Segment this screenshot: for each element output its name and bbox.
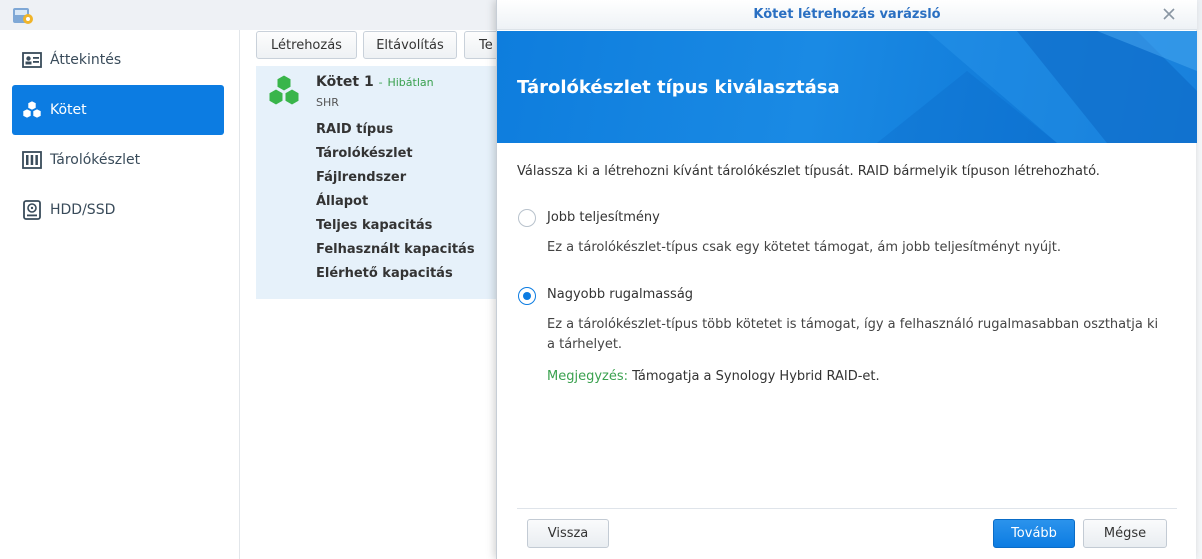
property-storage-pool: Tárolókészlet	[316, 146, 413, 161]
sidebar-item-label: Áttekintés	[50, 52, 122, 68]
sidebar-item-label: HDD/SSD	[50, 202, 116, 218]
sidebar-item-label: Kötet	[50, 102, 87, 118]
sidebar-item-overview[interactable]: Áttekintés	[12, 35, 224, 85]
volume-name: Kötet 1	[316, 74, 374, 90]
note: Megjegyzés: Támogatja a Synology Hybrid …	[547, 369, 880, 384]
option-better-performance-label[interactable]: Jobb teljesítmény	[547, 210, 660, 225]
option-higher-flexibility-label[interactable]: Nagyobb rugalmasság	[547, 287, 693, 302]
sidebar-item-volume[interactable]: Kötet	[12, 85, 224, 135]
create-button[interactable]: Létrehozás	[256, 31, 357, 59]
note-label: Megjegyzés:	[547, 369, 628, 384]
note-text: Támogatja a Synology Hybrid RAID-et.	[632, 369, 880, 384]
option-better-performance-radio[interactable]	[518, 209, 536, 227]
property-total-capacity: Teljes kapacitás	[316, 218, 433, 233]
volume-card[interactable]: Kötet 1 - Hibátlan SHR RAID típus Tároló…	[256, 66, 506, 299]
back-button[interactable]: Vissza	[527, 519, 609, 548]
remove-button[interactable]: Eltávolítás	[363, 31, 457, 59]
option-higher-flexibility-description: Ez a tárolókészlet-típus több kötetet is…	[547, 317, 1159, 352]
property-raid-type: RAID típus	[316, 122, 394, 137]
volume-type: SHR	[316, 96, 339, 109]
sidebar-item-storage-pool[interactable]: Tárolókészlet	[12, 135, 224, 185]
storage-manager-app-icon[interactable]	[12, 5, 34, 25]
property-file-system: Fájlrendszer	[316, 170, 407, 185]
close-icon[interactable]	[1159, 4, 1179, 24]
volume-status: Hibátlan	[387, 76, 434, 89]
property-available-capacity: Elérhető kapacitás	[316, 266, 453, 281]
wizard-title: Kötet létrehozás varázsló	[753, 7, 941, 22]
volume-title: Kötet 1 - Hibátlan	[316, 74, 434, 90]
next-button[interactable]: Tovább	[993, 519, 1075, 548]
property-status: Állapot	[316, 194, 369, 209]
hdd-icon	[22, 200, 42, 220]
volume-creation-wizard: Kötet létrehozás varázsló Tárolókészlet …	[496, 0, 1197, 559]
footer-divider	[517, 508, 1177, 509]
property-used-capacity: Felhasznált kapacitás	[316, 242, 475, 257]
wizard-titlebar[interactable]: Kötet létrehozás varázsló	[497, 0, 1197, 30]
wizard-banner: Tárolókészlet típus kiválasztása	[497, 31, 1197, 143]
wizard-description: Válassza ki a létrehozni kívánt tárolóké…	[517, 164, 1100, 179]
storage-pool-icon	[22, 150, 42, 170]
option-better-performance-description: Ez a tárolókészlet-típus csak egy kötete…	[547, 240, 1061, 255]
volume-cubes-icon	[22, 100, 42, 120]
sidebar-item-label: Tárolókészlet	[50, 152, 141, 168]
option-higher-flexibility-radio[interactable]	[518, 287, 536, 305]
sidebar-item-hdd-ssd[interactable]: HDD/SSD	[12, 185, 224, 235]
sidebar: Áttekintés Kötet Tárolókészlet HDD/SSD	[0, 30, 240, 559]
overview-icon	[22, 50, 42, 70]
volume-cubes-icon	[267, 74, 301, 112]
volume-status-separator: -	[378, 76, 383, 89]
wizard-heading: Tárolókészlet típus kiválasztása	[517, 77, 840, 98]
cancel-button[interactable]: Mégse	[1083, 519, 1167, 548]
